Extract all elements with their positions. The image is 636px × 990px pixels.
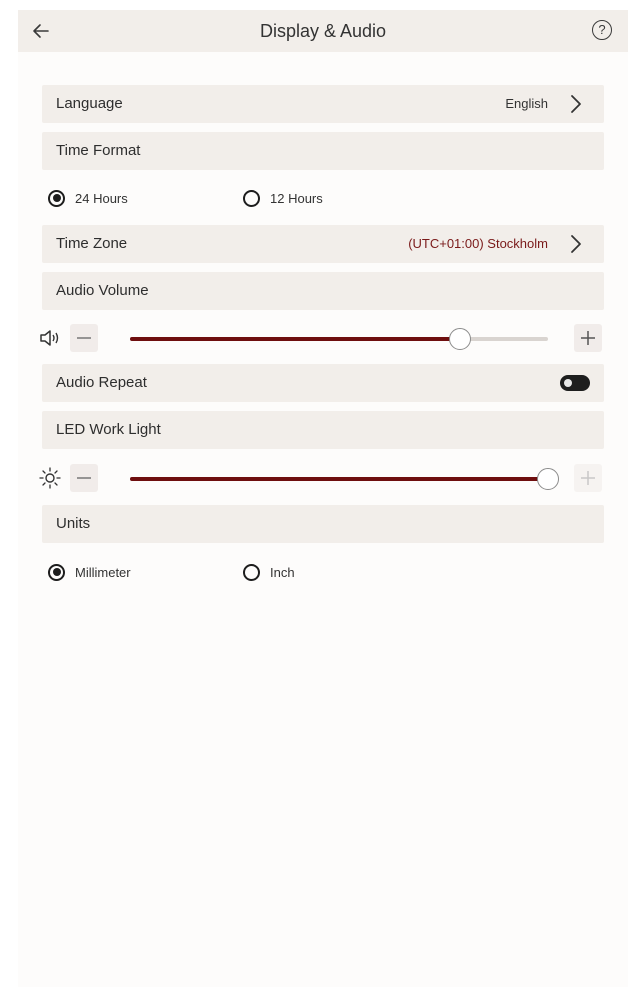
units-options: Millimeter Inch	[48, 560, 588, 584]
radio-12-hours-label: 12 Hours	[270, 190, 323, 206]
brightness-icon	[39, 467, 61, 489]
chevron-right-icon	[571, 235, 581, 253]
led-slider[interactable]	[130, 468, 559, 490]
radio-millimeter-label: Millimeter	[75, 564, 131, 580]
audio-repeat-label: Audio Repeat	[56, 374, 147, 391]
page-title: Display & Audio	[259, 21, 387, 41]
time-format-header: Time Format	[42, 132, 604, 170]
plus-icon	[581, 331, 595, 345]
chevron-right-icon	[571, 95, 581, 113]
audio-repeat-row: Audio Repeat	[42, 364, 604, 402]
radio-millimeter[interactable]: Millimeter	[48, 560, 131, 584]
radio-inch-label: Inch	[270, 564, 295, 580]
audio-volume-slider-row	[38, 320, 610, 356]
settings-panel: Language English Time Format 24 Hours 12…	[18, 52, 628, 987]
speaker-icon	[40, 330, 59, 346]
minus-icon	[77, 477, 91, 479]
volume-slider[interactable]	[130, 328, 548, 350]
led-increase-button[interactable]	[574, 464, 602, 492]
audio-volume-label: Audio Volume	[56, 282, 149, 299]
time-zone-label: Time Zone	[56, 235, 128, 252]
radio-inch[interactable]: Inch	[243, 560, 295, 584]
radio-selected-icon	[48, 189, 65, 207]
question-circle-icon: ?	[598, 22, 606, 37]
led-work-light-header: LED Work Light	[42, 411, 604, 449]
radio-24-hours[interactable]: 24 Hours	[48, 186, 128, 210]
time-format-options: 24 Hours 12 Hours	[48, 186, 588, 210]
language-value: English	[505, 96, 548, 111]
led-work-light-slider-row	[38, 460, 610, 496]
volume-increase-button[interactable]	[574, 324, 602, 352]
units-header: Units	[42, 505, 604, 543]
radio-12-hours[interactable]: 12 Hours	[243, 186, 323, 210]
radio-24-hours-label: 24 Hours	[75, 190, 128, 206]
radio-unselected-icon	[243, 189, 260, 207]
volume-slider-thumb[interactable]	[449, 328, 472, 350]
top-bar: Display & Audio ?	[18, 10, 628, 52]
units-label: Units	[56, 515, 91, 532]
audio-volume-header: Audio Volume	[42, 272, 604, 310]
led-slider-fill	[130, 477, 548, 481]
led-work-light-label: LED Work Light	[56, 421, 161, 438]
plus-icon	[581, 471, 595, 485]
volume-slider-fill	[130, 337, 461, 341]
audio-repeat-toggle[interactable]	[560, 375, 590, 391]
help-button[interactable]: ?	[592, 20, 612, 40]
radio-unselected-icon	[243, 563, 260, 581]
time-zone-value: (UTC+01:00) Stockholm	[408, 236, 548, 251]
time-zone-row[interactable]: Time Zone (UTC+01:00) Stockholm	[42, 225, 604, 263]
language-row[interactable]: Language English	[42, 85, 604, 123]
led-decrease-button[interactable]	[70, 464, 98, 492]
minus-icon	[77, 337, 91, 339]
volume-decrease-button[interactable]	[70, 324, 98, 352]
time-format-label: Time Format	[56, 142, 141, 159]
language-label: Language	[56, 95, 123, 112]
led-slider-thumb[interactable]	[537, 468, 559, 490]
radio-selected-icon	[48, 563, 65, 581]
